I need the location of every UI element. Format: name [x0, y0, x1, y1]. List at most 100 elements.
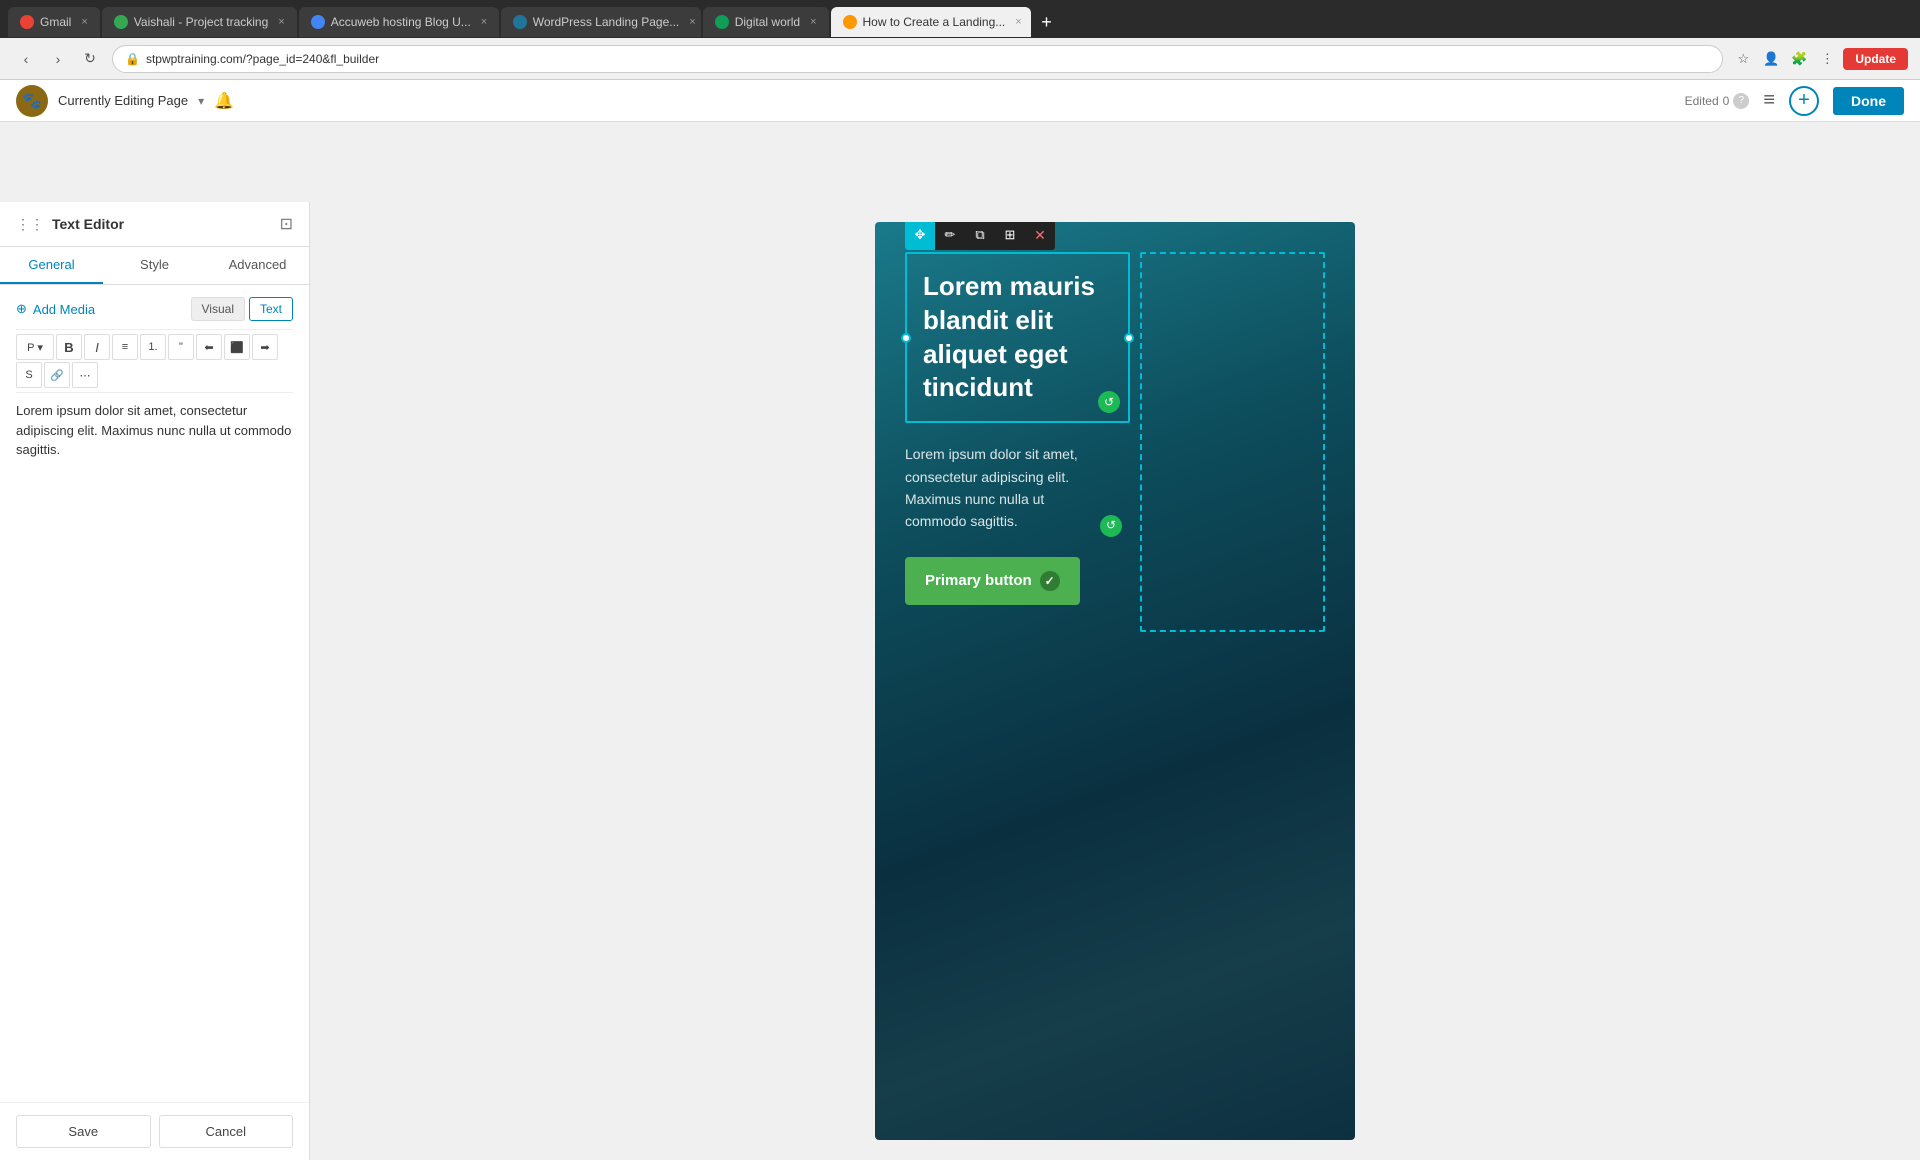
- align-left-button[interactable]: ⬅: [196, 334, 222, 360]
- sidebar-drag-icon: ⋮⋮: [16, 216, 44, 233]
- tab-gmail[interactable]: Gmail ×: [8, 7, 100, 37]
- editor-textarea[interactable]: Lorem ipsum dolor sit amet, consectetur …: [16, 401, 293, 1090]
- align-center-button[interactable]: ⬛: [224, 334, 250, 360]
- tab-vaishali[interactable]: Vaishali - Project tracking ×: [102, 7, 297, 37]
- address-bar: ‹ › ↻ 🔒 stpwptraining.com/?page_id=240&f…: [0, 38, 1920, 80]
- edited-count: 0: [1723, 94, 1730, 108]
- refresh-button[interactable]: ↻: [76, 45, 104, 73]
- body-text: Lorem ipsum dolor sit amet, consectetur …: [905, 443, 1130, 533]
- lock-icon: 🔒: [125, 52, 140, 66]
- tab-howto[interactable]: How to Create a Landing... ×: [831, 7, 1031, 37]
- tab-close-howto[interactable]: ×: [1015, 16, 1021, 28]
- wp-top-right: Edited 0 ? ≡ + Done: [1685, 86, 1904, 116]
- heading-text: Lorem mauris blandit elit aliquet eget t…: [907, 254, 1128, 421]
- edit-tool-button[interactable]: ✏: [935, 222, 965, 250]
- add-media-row: ⊕ Add Media Visual Text: [16, 297, 293, 321]
- tab-advanced[interactable]: Advanced: [206, 247, 309, 284]
- more-options-button[interactable]: ⋯: [72, 362, 98, 388]
- cancel-button[interactable]: Cancel: [159, 1115, 294, 1148]
- tab-label-wordpress: WordPress Landing Page...: [533, 15, 680, 29]
- accuweb-favicon: [311, 15, 325, 29]
- tab-close-digital[interactable]: ×: [810, 16, 816, 28]
- tab-label-gmail: Gmail: [40, 15, 71, 29]
- menu-icon[interactable]: ⋮: [1815, 47, 1839, 71]
- list-view-icon[interactable]: ≡: [1763, 89, 1775, 112]
- body-text-content: Lorem ipsum dolor sit amet, consectetur …: [905, 446, 1078, 529]
- settings-tool-button[interactable]: ⊞: [995, 222, 1025, 250]
- help-icon[interactable]: ?: [1733, 93, 1749, 109]
- wp-top-bar: 🐾 Currently Editing Page ▾ 🔔 Edited 0 ? …: [0, 80, 1920, 122]
- duplicate-tool-button[interactable]: ⧉: [965, 222, 995, 250]
- check-icon: ✓: [1040, 571, 1060, 591]
- sidebar-actions: Save Cancel: [0, 1103, 309, 1160]
- wp-top-left: 🐾 Currently Editing Page ▾ 🔔: [16, 85, 234, 117]
- tab-close-wordpress[interactable]: ×: [689, 16, 695, 28]
- sidebar-content: ⊕ Add Media Visual Text P ▾ B I ≡ 1. " ⬅…: [0, 285, 309, 1102]
- add-media-button[interactable]: ⊕ Add Media: [16, 301, 95, 317]
- sidebar-title-row: ⋮⋮ Text Editor: [16, 216, 124, 233]
- sidebar-tabs: General Style Advanced: [0, 247, 309, 285]
- resize-handle-right[interactable]: [1124, 333, 1134, 343]
- url-text: stpwptraining.com/?page_id=240&fl_builde…: [146, 52, 379, 66]
- profile-icon[interactable]: 👤: [1759, 47, 1783, 71]
- new-tab-button[interactable]: +: [1033, 8, 1061, 36]
- link-button[interactable]: 🔗: [44, 362, 70, 388]
- url-bar[interactable]: 🔒 stpwptraining.com/?page_id=240&fl_buil…: [112, 45, 1723, 73]
- primary-button-label: Primary button: [925, 572, 1032, 589]
- blockquote-button[interactable]: ": [168, 334, 194, 360]
- tab-digital[interactable]: Digital world ×: [703, 7, 829, 37]
- ordered-list-button[interactable]: 1.: [140, 334, 166, 360]
- main-layout: ⋮⋮ Text Editor ⊡ General Style Advanced …: [0, 202, 1920, 1160]
- align-right-button[interactable]: ➡: [252, 334, 278, 360]
- back-button[interactable]: ‹: [12, 45, 40, 73]
- tab-close-accuweb[interactable]: ×: [481, 16, 487, 28]
- two-col-row: ✥ ✏ ⧉ ⊞ ✕ Lorem mauris blandit elit aliq…: [905, 252, 1325, 632]
- close-tool-button[interactable]: ✕: [1025, 222, 1055, 250]
- resize-handle-left[interactable]: [901, 333, 911, 343]
- text-view-button[interactable]: Text: [249, 297, 293, 321]
- update-button[interactable]: Update: [1843, 48, 1908, 70]
- primary-button[interactable]: Primary button ✓: [905, 557, 1080, 605]
- save-button[interactable]: Save: [16, 1115, 151, 1148]
- dropdown-icon[interactable]: ▾: [198, 94, 204, 108]
- tab-close-gmail[interactable]: ×: [81, 16, 87, 28]
- forward-button[interactable]: ›: [44, 45, 72, 73]
- add-widget-button[interactable]: +: [1789, 86, 1819, 116]
- bookmark-icon[interactable]: ☆: [1731, 47, 1755, 71]
- done-button[interactable]: Done: [1833, 87, 1904, 115]
- view-toggle: Visual Text: [191, 297, 293, 321]
- nav-buttons: ‹ › ↻: [12, 45, 104, 73]
- paragraph-button[interactable]: P ▾: [16, 334, 54, 360]
- page-preview: ✥ ✏ ⧉ ⊞ ✕ Lorem mauris blandit elit aliq…: [875, 222, 1355, 1140]
- site-logo[interactable]: 🐾: [16, 85, 48, 117]
- tab-close-vaishali[interactable]: ×: [278, 16, 284, 28]
- italic-button[interactable]: I: [84, 334, 110, 360]
- tab-wordpress[interactable]: WordPress Landing Page... ×: [501, 7, 701, 37]
- bell-icon[interactable]: 🔔: [214, 91, 234, 111]
- digital-favicon: [715, 15, 729, 29]
- unordered-list-button[interactable]: ≡: [112, 334, 138, 360]
- tab-general[interactable]: General: [0, 247, 103, 284]
- sidebar-minimize-icon[interactable]: ⊡: [280, 214, 293, 234]
- tab-style[interactable]: Style: [103, 247, 206, 284]
- move-tool-button[interactable]: ✥: [905, 222, 935, 250]
- regenerate-body-icon[interactable]: ↺: [1100, 515, 1122, 537]
- right-column-placeholder[interactable]: [1140, 252, 1325, 632]
- sidebar-title: Text Editor: [52, 216, 124, 232]
- editing-page-label: Currently Editing Page: [58, 93, 188, 108]
- sidebar-header: ⋮⋮ Text Editor ⊡: [0, 202, 309, 247]
- canvas-area: ✥ ✏ ⧉ ⊞ ✕ Lorem mauris blandit elit aliq…: [310, 202, 1920, 1160]
- selected-heading-element[interactable]: ✥ ✏ ⧉ ⊞ ✕ Lorem mauris blandit elit aliq…: [905, 252, 1130, 423]
- edited-status: Edited 0 ?: [1685, 93, 1750, 109]
- visual-view-button[interactable]: Visual: [191, 297, 245, 321]
- tab-label-accuweb: Accuweb hosting Blog U...: [331, 15, 471, 29]
- tab-accuweb[interactable]: Accuweb hosting Blog U... ×: [299, 7, 499, 37]
- gmail-favicon: [20, 15, 34, 29]
- left-column: ✥ ✏ ⧉ ⊞ ✕ Lorem mauris blandit elit aliq…: [905, 252, 1130, 632]
- bold-button[interactable]: B: [56, 334, 82, 360]
- strikethrough-button[interactable]: S: [16, 362, 42, 388]
- extensions-icon[interactable]: 🧩: [1787, 47, 1811, 71]
- address-actions: ☆ 👤 🧩 ⋮ Update: [1731, 47, 1908, 71]
- sidebar-panel: ⋮⋮ Text Editor ⊡ General Style Advanced …: [0, 202, 310, 1160]
- editor-toolbar: P ▾ B I ≡ 1. " ⬅ ⬛ ➡ S 🔗 ⋯: [16, 329, 293, 393]
